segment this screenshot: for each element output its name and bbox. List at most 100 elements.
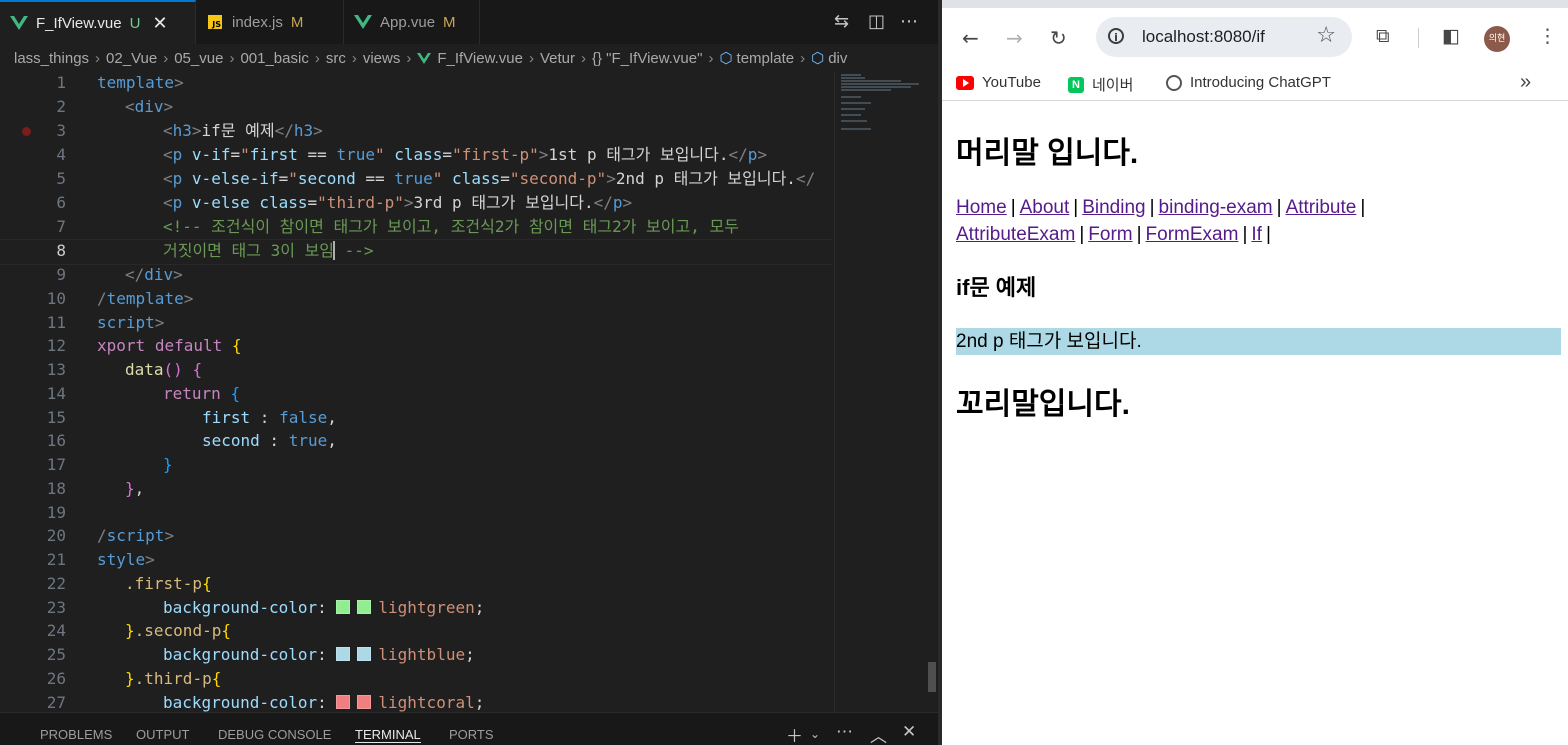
breadcrumb-item[interactable]: src xyxy=(326,50,346,67)
nav-link-binding-exam[interactable]: binding-exam xyxy=(1159,197,1273,218)
more-bookmarks-icon[interactable]: » xyxy=(1520,71,1531,94)
tab-status: U xyxy=(129,14,141,32)
breadcrumb-item[interactable]: div xyxy=(828,50,847,67)
tab-index-js[interactable]: JS index.js M xyxy=(196,0,344,44)
address-bar[interactable]: i localhost:8080/if ☆ xyxy=(1096,17,1352,57)
breadcrumb-item[interactable]: Vetur xyxy=(540,50,575,67)
breadcrumb-item[interactable]: F_IfView.vue xyxy=(437,50,523,67)
tab-status: M xyxy=(290,13,304,31)
code-line: first : false, xyxy=(202,408,337,427)
code-line: template> xyxy=(97,73,184,92)
add-terminal-icon[interactable]: ＋ xyxy=(786,722,803,745)
reload-icon[interactable]: ↻ xyxy=(1050,26,1067,50)
line-number: 22 xyxy=(46,574,66,593)
color-swatch[interactable] xyxy=(357,695,372,709)
color-swatch[interactable] xyxy=(336,695,351,709)
code-line: /script> xyxy=(97,526,175,545)
avatar[interactable]: 의현 xyxy=(1484,26,1510,52)
code-line: /template> xyxy=(97,289,194,308)
color-swatch[interactable] xyxy=(336,600,351,614)
forward-icon[interactable]: → xyxy=(1006,26,1023,50)
breadcrumb-item[interactable]: 02_Vue xyxy=(106,50,157,67)
back-icon[interactable]: ← xyxy=(962,26,979,50)
color-swatch[interactable] xyxy=(357,647,372,661)
code-line: <h3>if문 예제</h3> xyxy=(163,121,323,140)
tab-output[interactable]: OUTPUT xyxy=(136,727,189,742)
line-number: 25 xyxy=(46,645,66,664)
minimap[interactable] xyxy=(834,72,925,712)
close-panel-icon[interactable]: ✕ xyxy=(902,722,916,742)
code-line: <p v-else class="third-p">3rd p 태그가 보입니다… xyxy=(163,193,633,212)
page-content: 머리말 입니다. Home | About | Binding | binding-exam… xyxy=(956,108,1561,423)
line-number: 3 xyxy=(56,121,66,140)
color-swatch[interactable] xyxy=(357,600,372,614)
code-line: second : true, xyxy=(202,431,337,450)
code-line: <div> xyxy=(125,97,174,116)
breadcrumb-item[interactable]: lass_things xyxy=(14,50,89,67)
split-editor-icon[interactable]: ◫ xyxy=(868,11,885,32)
toolbar-divider xyxy=(1418,28,1419,48)
youtube-icon xyxy=(956,75,974,90)
editor-scrollbar[interactable] xyxy=(926,72,938,712)
nav-link-home[interactable]: Home xyxy=(956,197,1007,218)
compare-changes-icon[interactable]: ⇆ xyxy=(834,11,849,32)
bookmark-star-icon[interactable]: ☆ xyxy=(1316,23,1336,48)
tab-terminal[interactable]: TERMINAL xyxy=(355,727,421,743)
vue-icon xyxy=(10,16,28,30)
js-icon: JS xyxy=(208,15,222,29)
side-panel-icon[interactable]: ◧ xyxy=(1442,25,1460,47)
code-line: <p v-if="first == true" class="first-p">… xyxy=(163,145,768,164)
code-line: data() { xyxy=(125,360,203,379)
scrollbar-thumb[interactable] xyxy=(928,662,936,692)
chevron-down-icon[interactable]: ⌄ xyxy=(810,727,820,741)
page-title: if문 예제 xyxy=(956,275,1037,300)
tab-label: App.vue xyxy=(380,13,436,31)
bookmark-naver[interactable]: N 네이버 xyxy=(1068,74,1133,95)
extensions-icon[interactable]: ⧉ xyxy=(1376,25,1390,47)
breadcrumb-item[interactable]: 001_basic xyxy=(240,50,308,67)
bookmark-youtube[interactable]: YouTube xyxy=(956,74,1041,91)
more-actions-icon[interactable]: ⋯ xyxy=(836,722,853,742)
breadcrumb-item[interactable]: views xyxy=(363,50,401,67)
nav-link-about[interactable]: About xyxy=(1020,197,1070,218)
bookmark-label: 네이버 xyxy=(1092,77,1134,94)
bookmark-chatgpt[interactable]: Introducing ChatGPT xyxy=(1166,74,1331,91)
code-editor[interactable]: 1 template> 2 <div> 3 <h3>if문 예제</h3> 4 <p v… xyxy=(0,72,938,712)
page-header: 머리말 입니다. xyxy=(956,137,1139,170)
nav-link-attribute[interactable]: Attribute xyxy=(1286,197,1357,218)
line-number: 13 xyxy=(46,360,66,379)
nav-link-if[interactable]: If xyxy=(1251,224,1262,245)
url-text[interactable]: localhost:8080/if xyxy=(1142,27,1265,47)
maximize-panel-icon[interactable]: ︿ xyxy=(870,722,887,745)
line-number: 2 xyxy=(56,97,66,116)
line-number: 7 xyxy=(56,217,66,236)
tab-f-ifview[interactable]: F_IfView.vue U ✕ xyxy=(0,0,196,44)
tab-app-vue[interactable]: App.vue M xyxy=(344,0,480,44)
nav-link-attributeexam[interactable]: AttributeExam xyxy=(956,224,1075,245)
tab-problems[interactable]: PROBLEMS xyxy=(40,727,112,742)
nav-link-form[interactable]: Form xyxy=(1088,224,1132,245)
line-number: 4 xyxy=(56,145,66,164)
line-number: 27 xyxy=(46,693,66,712)
menu-kebab-icon[interactable]: ⋮ xyxy=(1538,25,1557,47)
nav-link-formexam[interactable]: FormExam xyxy=(1146,224,1239,245)
tab-debug-console[interactable]: DEBUG CONSOLE xyxy=(218,727,331,742)
breadcrumb-item[interactable]: {} "F_IfView.vue" xyxy=(592,50,702,67)
color-swatch[interactable] xyxy=(336,647,351,661)
close-icon[interactable]: ✕ xyxy=(152,13,167,34)
line-number: 24 xyxy=(46,621,66,640)
site-info-icon[interactable]: i xyxy=(1108,28,1124,44)
line-number: 11 xyxy=(46,313,66,332)
breadcrumb-item[interactable]: 05_vue xyxy=(174,50,223,67)
more-actions-icon[interactable]: ⋯ xyxy=(900,11,918,32)
nav-link-binding[interactable]: Binding xyxy=(1082,197,1145,218)
code-line: </div> xyxy=(125,265,183,284)
line-number: 26 xyxy=(46,669,66,688)
code-line: script> xyxy=(97,313,165,332)
line-number: 1 xyxy=(56,73,66,92)
cube-icon: ⬡ xyxy=(811,50,825,67)
editor-tab-bar: F_IfView.vue U ✕ JS index.js M App.vue M… xyxy=(0,0,938,44)
code-line: 거짓이면 태그 3이 보임 --> xyxy=(163,241,374,260)
breadcrumb-item[interactable]: template xyxy=(737,50,795,67)
tab-ports[interactable]: PORTS xyxy=(449,727,494,742)
